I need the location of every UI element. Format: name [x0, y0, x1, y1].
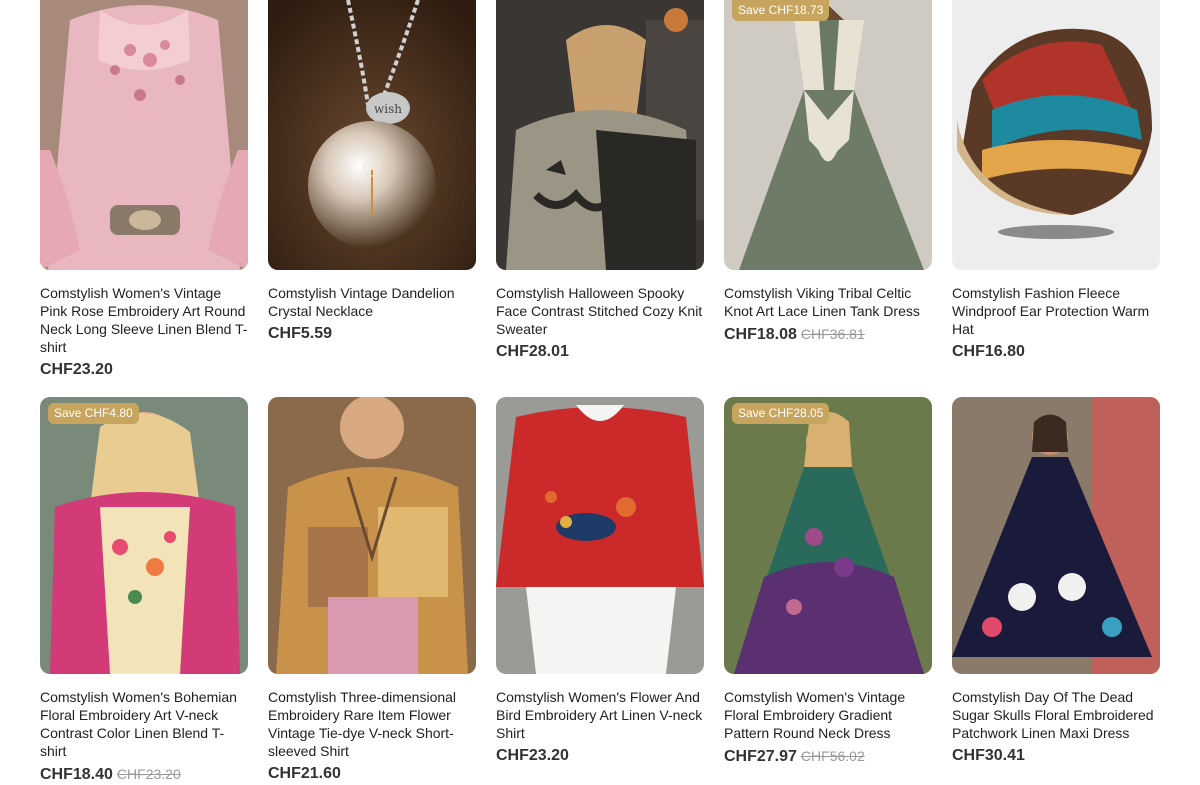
product-image[interactable]: Save CHF28.05: [724, 397, 932, 674]
product-card[interactable]: Comstylish Women's Flower And Bird Embro…: [496, 397, 704, 785]
product-image[interactable]: [268, 397, 476, 674]
discount-badge: Save CHF28.05: [732, 403, 830, 424]
discount-badge: Save CHF4.80: [48, 403, 139, 424]
product-title[interactable]: Comstylish Women's Bohemian Floral Embro…: [40, 688, 248, 760]
product-card[interactable]: Comstylish Day Of The Dead Sugar Skulls …: [952, 397, 1160, 785]
product-title[interactable]: Comstylish Three-dimensional Embroidery …: [268, 688, 476, 760]
product-image[interactable]: Save CHF4.80: [40, 397, 248, 674]
product-title[interactable]: Comstylish Women's Vintage Floral Embroi…: [724, 688, 932, 742]
product-image[interactable]: [952, 397, 1160, 674]
product-price: CHF16.80: [952, 343, 1025, 360]
product-card[interactable]: Save CHF18.73 Comstylish Viking Tribal C…: [724, 0, 932, 380]
product-card[interactable]: Comstylish Halloween Spooky Face Contras…: [496, 0, 704, 380]
original-price: CHF36.81: [800, 326, 865, 342]
product-title[interactable]: Comstylish Vintage Dandelion Crystal Nec…: [268, 284, 476, 320]
product-card[interactable]: wish Comstylish Vintage Dandelion Crysta…: [268, 0, 476, 380]
product-price: CHF18.08: [724, 326, 797, 343]
product-card[interactable]: Comstylish Women's Vintage Pink Rose Emb…: [40, 0, 248, 380]
product-price: CHF18.40: [40, 766, 113, 783]
product-image[interactable]: [952, 0, 1160, 270]
product-price: CHF28.01: [496, 343, 569, 360]
product-title[interactable]: Comstylish Viking Tribal Celtic Knot Art…: [724, 284, 932, 320]
product-price: CHF30.41: [952, 747, 1025, 764]
product-image[interactable]: wish: [268, 0, 476, 270]
product-image[interactable]: Save CHF18.73: [724, 0, 932, 270]
product-title[interactable]: Comstylish Women's Flower And Bird Embro…: [496, 688, 704, 742]
product-image[interactable]: [40, 0, 248, 270]
product-card[interactable]: Save CHF4.80 Comstylish Women's Bohemian…: [40, 397, 248, 785]
product-title[interactable]: Comstylish Fashion Fleece Windproof Ear …: [952, 284, 1160, 338]
original-price: CHF23.20: [116, 766, 181, 782]
original-price: CHF56.02: [800, 748, 865, 764]
product-price: CHF5.59: [268, 325, 333, 342]
discount-badge: Save CHF18.73: [732, 0, 830, 21]
product-card[interactable]: Comstylish Fashion Fleece Windproof Ear …: [952, 0, 1160, 380]
product-price: CHF27.97: [724, 748, 797, 765]
product-card[interactable]: Comstylish Three-dimensional Embroidery …: [268, 397, 476, 785]
product-title[interactable]: Comstylish Women's Vintage Pink Rose Emb…: [40, 284, 248, 356]
product-price: CHF23.20: [40, 361, 113, 378]
svg-text:wish: wish: [374, 102, 402, 116]
product-image[interactable]: [496, 0, 704, 270]
product-title[interactable]: Comstylish Halloween Spooky Face Contras…: [496, 284, 704, 338]
product-price: CHF23.20: [496, 747, 569, 764]
product-title[interactable]: Comstylish Day Of The Dead Sugar Skulls …: [952, 688, 1160, 742]
product-card[interactable]: Save CHF28.05 Comstylish Women's Vintage…: [724, 397, 932, 785]
product-image[interactable]: [496, 397, 704, 674]
